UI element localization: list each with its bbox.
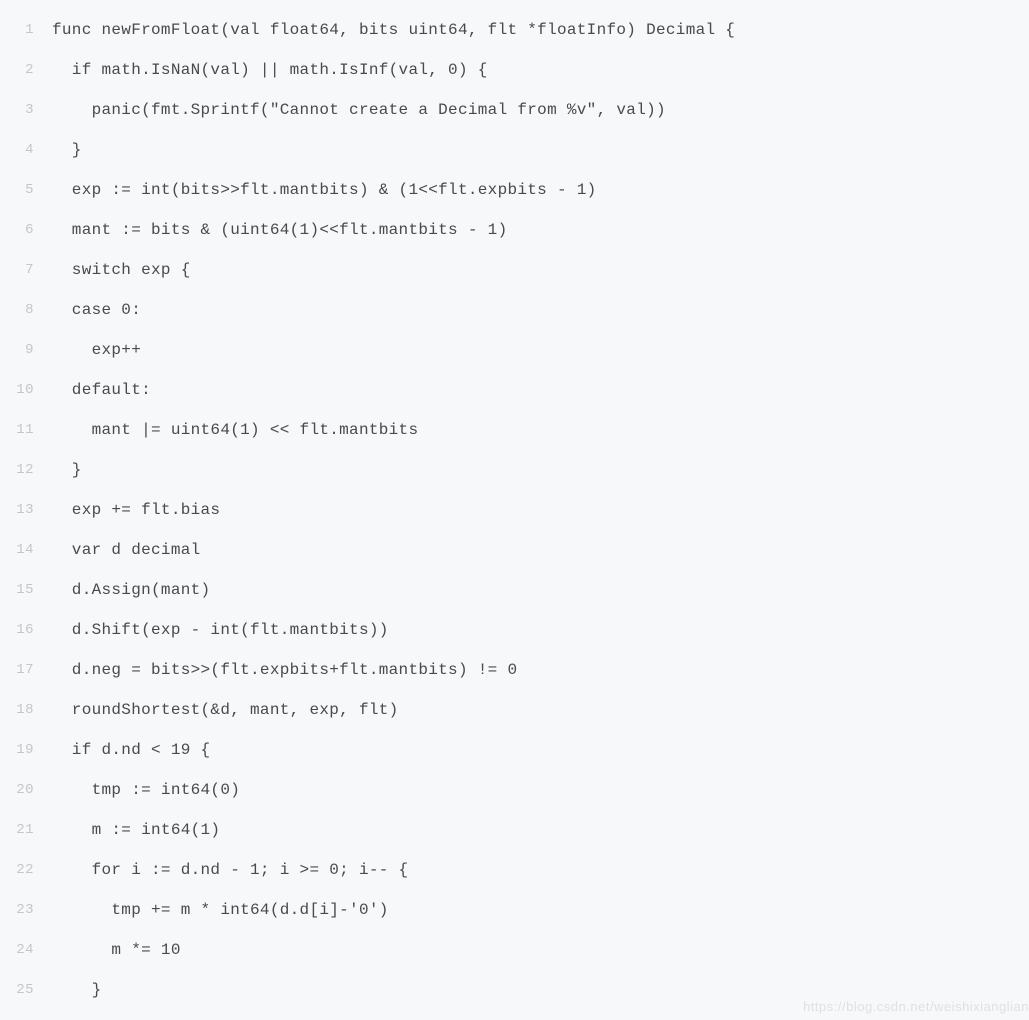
line-number: 12 xyxy=(0,462,34,478)
line-number: 10 xyxy=(0,382,34,398)
line-number: 22 xyxy=(0,862,34,878)
line-number: 18 xyxy=(0,702,34,718)
code-line: 12 } xyxy=(0,450,1029,490)
line-number: 16 xyxy=(0,622,34,638)
code-text: m *= 10 xyxy=(34,941,181,959)
code-line: 6 mant := bits & (uint64(1)<<flt.mantbit… xyxy=(0,210,1029,250)
code-text: d.Assign(mant) xyxy=(34,581,210,599)
code-block: 1func newFromFloat(val float64, bits uin… xyxy=(0,0,1029,1020)
line-number: 9 xyxy=(0,342,34,358)
line-number: 25 xyxy=(0,982,34,998)
line-number: 3 xyxy=(0,102,34,118)
code-text: exp := int(bits>>flt.mantbits) & (1<<flt… xyxy=(34,181,597,199)
code-line: 24 m *= 10 xyxy=(0,930,1029,970)
code-line: 11 mant |= uint64(1) << flt.mantbits xyxy=(0,410,1029,450)
code-line: 16 d.Shift(exp - int(flt.mantbits)) xyxy=(0,610,1029,650)
code-line: 5 exp := int(bits>>flt.mantbits) & (1<<f… xyxy=(0,170,1029,210)
code-text: mant |= uint64(1) << flt.mantbits xyxy=(34,421,418,439)
code-text: var d decimal xyxy=(34,541,201,559)
code-text: m := int64(1) xyxy=(34,821,220,839)
code-text: if math.IsNaN(val) || math.IsInf(val, 0)… xyxy=(34,61,488,79)
code-text: } xyxy=(34,141,82,159)
line-number: 11 xyxy=(0,422,34,438)
code-line: 8 case 0: xyxy=(0,290,1029,330)
code-text: func newFromFloat(val float64, bits uint… xyxy=(34,21,735,39)
line-number: 20 xyxy=(0,782,34,798)
line-number: 4 xyxy=(0,142,34,158)
code-line: 10 default: xyxy=(0,370,1029,410)
code-text: case 0: xyxy=(34,301,141,319)
code-line: 23 tmp += m * int64(d.d[i]-'0') xyxy=(0,890,1029,930)
code-text: d.neg = bits>>(flt.expbits+flt.mantbits)… xyxy=(34,661,517,679)
line-number: 1 xyxy=(0,22,34,38)
code-text: roundShortest(&d, mant, exp, flt) xyxy=(34,701,399,719)
code-line: 20 tmp := int64(0) xyxy=(0,770,1029,810)
code-text: exp++ xyxy=(34,341,141,359)
code-line: 2 if math.IsNaN(val) || math.IsInf(val, … xyxy=(0,50,1029,90)
line-number: 6 xyxy=(0,222,34,238)
line-number: 15 xyxy=(0,582,34,598)
line-number: 19 xyxy=(0,742,34,758)
line-number: 17 xyxy=(0,662,34,678)
code-text: switch exp { xyxy=(34,261,191,279)
code-line: 21 m := int64(1) xyxy=(0,810,1029,850)
code-line: 4 } xyxy=(0,130,1029,170)
code-text: } xyxy=(34,461,82,479)
code-text: exp += flt.bias xyxy=(34,501,220,519)
code-line: 19 if d.nd < 19 { xyxy=(0,730,1029,770)
code-text: tmp += m * int64(d.d[i]-'0') xyxy=(34,901,389,919)
code-line: 9 exp++ xyxy=(0,330,1029,370)
code-text: d.Shift(exp - int(flt.mantbits)) xyxy=(34,621,389,639)
line-number: 13 xyxy=(0,502,34,518)
line-number: 2 xyxy=(0,62,34,78)
line-number: 23 xyxy=(0,902,34,918)
line-number: 21 xyxy=(0,822,34,838)
code-text: panic(fmt.Sprintf("Cannot create a Decim… xyxy=(34,101,666,119)
code-text: mant := bits & (uint64(1)<<flt.mantbits … xyxy=(34,221,507,239)
code-text: tmp := int64(0) xyxy=(34,781,240,799)
code-line: 22 for i := d.nd - 1; i >= 0; i-- { xyxy=(0,850,1029,890)
line-number: 14 xyxy=(0,542,34,558)
code-line: 17 d.neg = bits>>(flt.expbits+flt.mantbi… xyxy=(0,650,1029,690)
line-number: 24 xyxy=(0,942,34,958)
code-line: 3 panic(fmt.Sprintf("Cannot create a Dec… xyxy=(0,90,1029,130)
code-line: 18 roundShortest(&d, mant, exp, flt) xyxy=(0,690,1029,730)
code-text: } xyxy=(34,981,102,999)
line-number: 8 xyxy=(0,302,34,318)
line-number: 7 xyxy=(0,262,34,278)
code-line: 15 d.Assign(mant) xyxy=(0,570,1029,610)
code-line: 13 exp += flt.bias xyxy=(0,490,1029,530)
code-line: 7 switch exp { xyxy=(0,250,1029,290)
code-line: 14 var d decimal xyxy=(0,530,1029,570)
code-text: default: xyxy=(34,381,151,399)
line-number: 5 xyxy=(0,182,34,198)
code-line: 1func newFromFloat(val float64, bits uin… xyxy=(0,10,1029,50)
watermark-text: https://blog.csdn.net/weishixianglian xyxy=(803,999,1029,1014)
code-text: if d.nd < 19 { xyxy=(34,741,210,759)
code-text: for i := d.nd - 1; i >= 0; i-- { xyxy=(34,861,408,879)
